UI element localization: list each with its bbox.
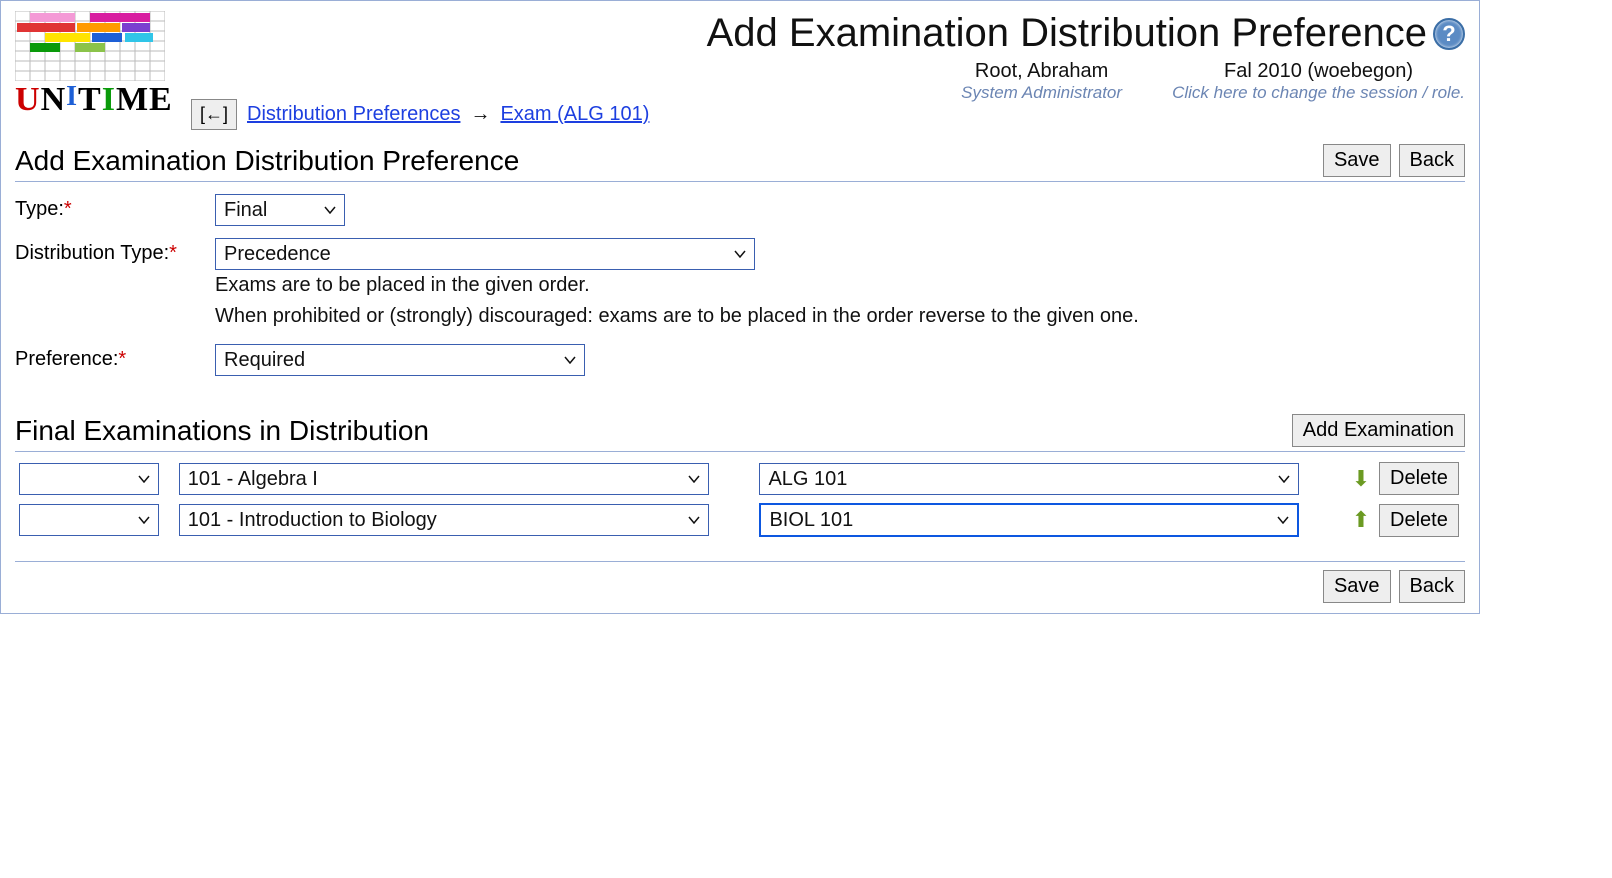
user-block[interactable]: Root, Abraham System Administrator: [961, 60, 1122, 103]
exam-select[interactable]: ALG 101: [759, 463, 1299, 495]
breadcrumb-link-distribution-preferences[interactable]: Distribution Preferences: [247, 103, 460, 126]
subject-select[interactable]: BIOL: [19, 504, 159, 536]
add-examination-button[interactable]: Add Examination: [1292, 414, 1465, 447]
section-title-final-exams: Final Examinations in Distribution: [15, 415, 1292, 447]
delete-button[interactable]: Delete: [1379, 462, 1459, 495]
breadcrumb: [←] Distribution Preferences → Exam (ALG…: [1, 99, 1479, 140]
section-title-add-preference: Add Examination Distribution Preference: [15, 145, 1323, 177]
user-name: Root, Abraham: [961, 60, 1122, 83]
type-label: Type:*: [15, 194, 215, 221]
exam-row: BIOL 101 - Introduction to Biology BIOL 10…: [15, 499, 1465, 541]
delete-button[interactable]: Delete: [1379, 504, 1459, 537]
save-button-top[interactable]: Save: [1323, 144, 1391, 177]
distribution-description-line1: Exams are to be placed in the given orde…: [215, 270, 1465, 301]
back-button-bottom[interactable]: Back: [1399, 570, 1465, 603]
subject-select[interactable]: ALG: [19, 463, 159, 495]
distribution-type-label: Distribution Type:*: [15, 238, 215, 265]
logo[interactable]: UNITIME: [15, 11, 173, 119]
move-up-icon[interactable]: ⬆: [1352, 507, 1370, 532]
session-block[interactable]: Fal 2010 (woebegon) Click here to change…: [1172, 60, 1465, 103]
exam-row: ALG 101 - Algebra I ALG 101 ⬇ Delete: [15, 458, 1465, 499]
page-title: Add Examination Distribution Preference …: [707, 11, 1465, 56]
preference-select[interactable]: Required: [215, 344, 585, 376]
session-name: Fal 2010 (woebegon): [1172, 60, 1465, 83]
user-role: System Administrator: [961, 83, 1122, 103]
preference-label: Preference:*: [15, 344, 215, 371]
breadcrumb-separator: →: [470, 103, 490, 126]
save-button-bottom[interactable]: Save: [1323, 570, 1391, 603]
help-icon[interactable]: ?: [1433, 18, 1465, 50]
page-title-text: Add Examination Distribution Preference: [707, 11, 1427, 56]
distribution-description-line2: When prohibited or (strongly) discourage…: [215, 301, 1465, 332]
course-select[interactable]: 101 - Introduction to Biology: [179, 504, 709, 536]
logo-text: UNITIME: [15, 81, 173, 119]
distribution-type-select[interactable]: Precedence: [215, 238, 755, 270]
breadcrumb-back-button[interactable]: [←]: [191, 99, 237, 130]
breadcrumb-link-exam[interactable]: Exam (ALG 101): [500, 103, 649, 126]
type-select[interactable]: Final: [215, 194, 345, 226]
session-hint: Click here to change the session / role.: [1172, 83, 1465, 103]
logo-icon: [15, 11, 165, 81]
course-select[interactable]: 101 - Algebra I: [179, 463, 709, 495]
back-button-top[interactable]: Back: [1399, 144, 1465, 177]
move-down-icon[interactable]: ⬇: [1352, 466, 1370, 491]
exam-select[interactable]: BIOL 101: [759, 503, 1299, 537]
